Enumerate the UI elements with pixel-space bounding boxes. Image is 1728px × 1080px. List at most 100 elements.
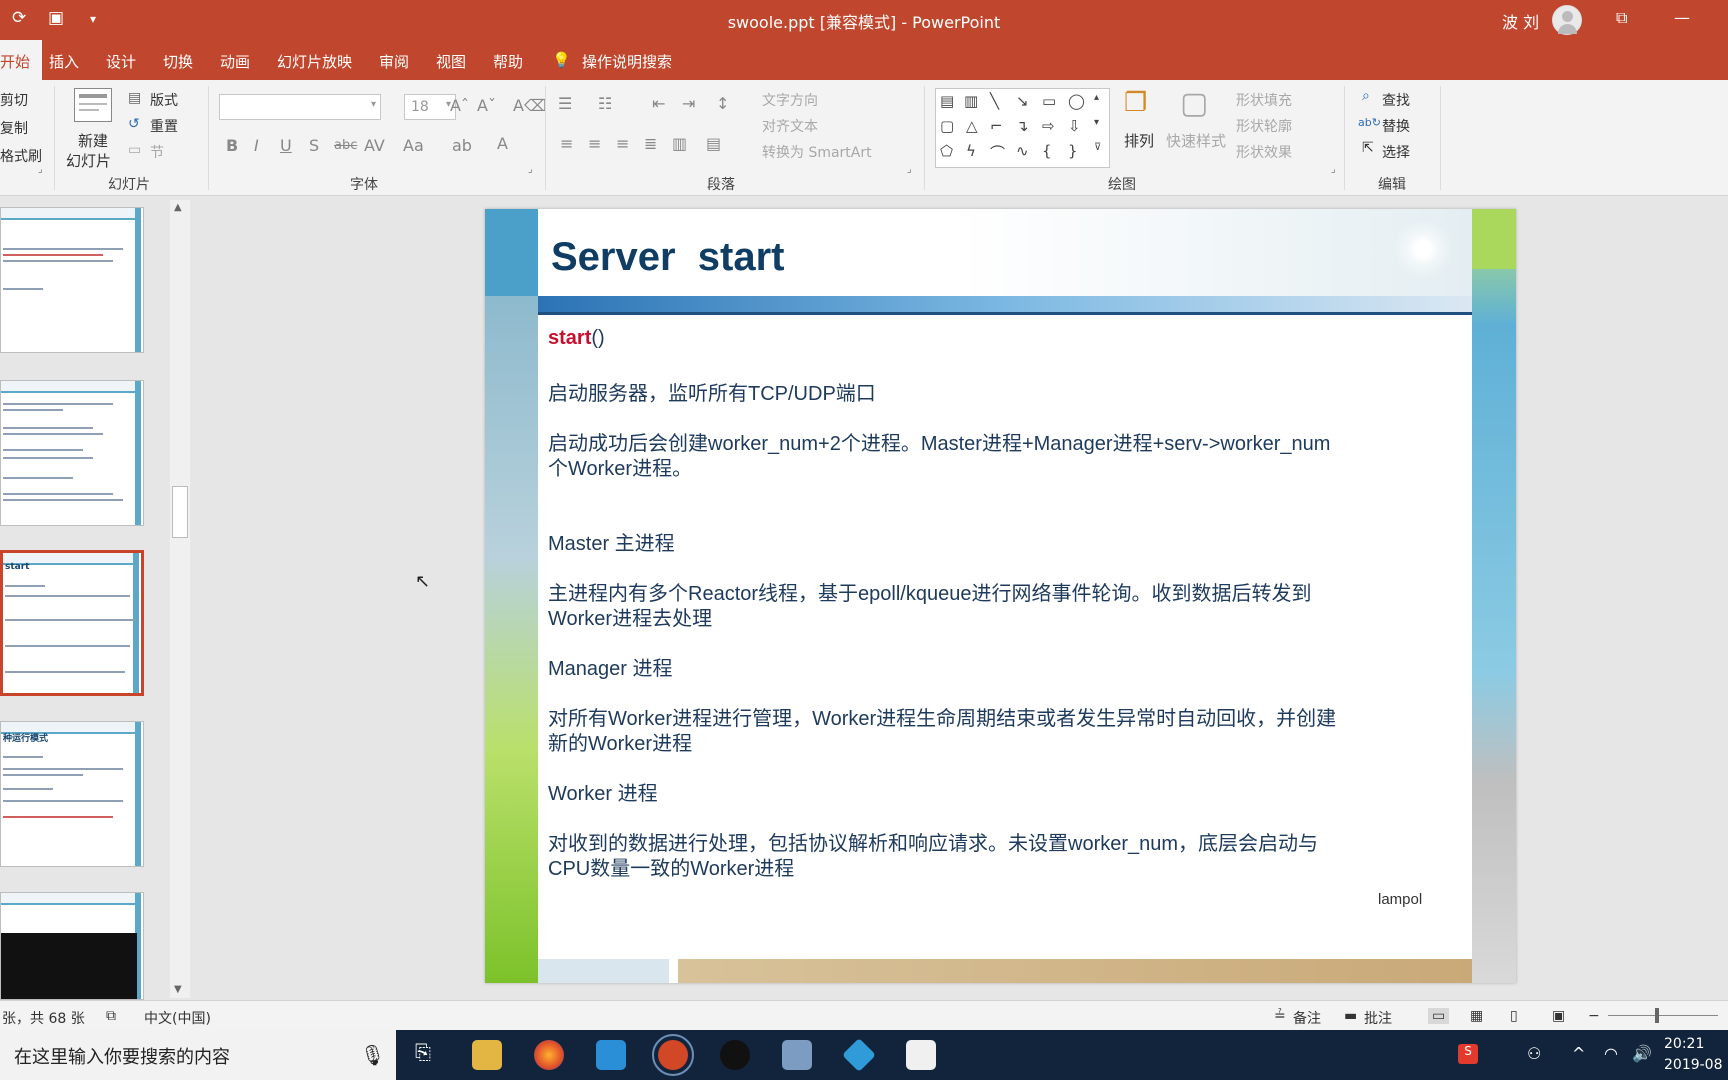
- arc-icon[interactable]: ⌒: [990, 142, 1005, 163]
- normal-view-icon[interactable]: ▭: [1428, 1008, 1450, 1024]
- accessibility-icon[interactable]: ⧉: [106, 1008, 116, 1024]
- tab-help[interactable]: 帮助: [493, 51, 523, 72]
- arrange-icon[interactable]: ❐: [1124, 88, 1147, 118]
- scroll-up-icon[interactable]: ▴: [1094, 92, 1099, 103]
- slide-canvas[interactable]: Server start start() 启动服务器，监听所有TCP/UDP端口…: [485, 209, 1516, 983]
- dialog-launcher-icon[interactable]: ⌟: [907, 164, 912, 175]
- slide-thumbnail[interactable]: [0, 207, 144, 353]
- shape-outline-button[interactable]: 形状轮廓: [1236, 116, 1292, 136]
- tab-transitions[interactable]: 切换: [163, 51, 193, 72]
- align-right-icon[interactable]: ≡: [616, 134, 629, 153]
- right-brace-icon[interactable]: }: [1068, 142, 1078, 160]
- numbering-icon[interactable]: ☷: [598, 94, 612, 113]
- ribbon-display-icon[interactable]: ⧉: [1616, 8, 1627, 28]
- tell-me-search[interactable]: 操作说明搜索: [582, 51, 672, 72]
- scroll-down-icon[interactable]: ▾: [1094, 117, 1099, 128]
- align-center-icon[interactable]: ≡: [588, 134, 601, 153]
- user-name[interactable]: 波 刘: [1502, 9, 1539, 33]
- decrease-indent-icon[interactable]: ⇤: [652, 94, 665, 113]
- rectangle-shape-icon[interactable]: ▭: [1042, 92, 1056, 110]
- text-direction-button[interactable]: 文字方向: [762, 90, 818, 110]
- freeform-icon[interactable]: ⬠: [940, 142, 953, 160]
- taskbar-search[interactable]: 在这里输入你要搜索的内容 🎙: [0, 1030, 396, 1080]
- layout-button[interactable]: 版式: [150, 90, 178, 110]
- slide-sorter-icon[interactable]: ▦: [1470, 1008, 1483, 1024]
- dialog-launcher-icon[interactable]: ⌟: [1331, 164, 1336, 175]
- shadow-icon[interactable]: S: [309, 136, 319, 155]
- reset-button[interactable]: 重置: [150, 116, 178, 136]
- notes-button[interactable]: 备注: [1293, 1008, 1321, 1028]
- ime-icon[interactable]: S: [1458, 1044, 1478, 1064]
- presentation-app-icon[interactable]: [906, 1040, 936, 1070]
- arrow-line-icon[interactable]: ↘: [1016, 92, 1029, 110]
- increase-font-icon[interactable]: Aˆ: [450, 96, 469, 115]
- strikethrough-icon[interactable]: abc: [334, 138, 357, 153]
- section-button[interactable]: 节: [150, 142, 164, 162]
- shapes-gallery[interactable]: ▤ ▥ ╲ ↘ ▭ ◯ ▢ △ ⌐ ↴ ⇨ ⇩ ⬠ ϟ ⌒ ∿ { } ▴ ▾ …: [935, 88, 1110, 168]
- quick-styles-button[interactable]: 快速样式: [1166, 130, 1226, 151]
- people-icon[interactable]: ⚇: [1527, 1044, 1541, 1063]
- slideshow-view-icon[interactable]: ▣: [1552, 1008, 1565, 1024]
- cut-button[interactable]: 剪切: [0, 90, 28, 110]
- down-arrow-shape-icon[interactable]: ⇩: [1068, 117, 1081, 135]
- scribble-icon[interactable]: ϟ: [966, 142, 976, 160]
- powerpoint-icon[interactable]: [652, 1034, 694, 1076]
- new-slide-label-1[interactable]: 新建: [78, 130, 108, 151]
- rounded-rect-icon[interactable]: ▢: [940, 117, 954, 135]
- bullets-icon[interactable]: ☰: [558, 94, 572, 113]
- clear-format-icon[interactable]: A⌫: [513, 96, 547, 115]
- scroll-up-icon[interactable]: ▲: [174, 202, 182, 213]
- comments-button[interactable]: 批注: [1364, 1008, 1392, 1028]
- oval-shape-icon[interactable]: ◯: [1068, 92, 1085, 110]
- right-arrow-shape-icon[interactable]: ⇨: [1042, 117, 1055, 135]
- font-color-icon[interactable]: A: [497, 134, 508, 153]
- tab-slideshow[interactable]: 幻灯片放映: [277, 51, 352, 72]
- elbow-arrow-icon[interactable]: ↴: [1016, 117, 1029, 135]
- tab-home[interactable]: 开始: [0, 40, 43, 80]
- distribute-icon[interactable]: ▥: [672, 134, 687, 153]
- minimize-icon[interactable]: —: [1674, 8, 1690, 27]
- tab-view[interactable]: 视图: [436, 51, 466, 72]
- smartart-button[interactable]: 转换为 SmartArt: [762, 142, 872, 162]
- slide-body[interactable]: start() 启动服务器，监听所有TCP/UDP端口 启动成功后会创建work…: [538, 315, 1472, 955]
- italic-icon[interactable]: I: [254, 136, 259, 155]
- arrange-button[interactable]: 排列: [1124, 130, 1154, 151]
- align-text-button[interactable]: 对齐文本: [762, 116, 818, 136]
- app-icon[interactable]: [596, 1040, 626, 1070]
- dialog-launcher-icon[interactable]: ⌟: [528, 164, 533, 175]
- copy-button[interactable]: 复制: [0, 118, 28, 138]
- quick-styles-icon[interactable]: ▢: [1180, 86, 1208, 121]
- reading-view-icon[interactable]: ▯: [1510, 1008, 1518, 1024]
- font-size-combo[interactable]: 18 ▾: [404, 94, 456, 120]
- textbox-shape-icon[interactable]: ▤: [940, 92, 954, 110]
- volume-icon[interactable]: 🔊: [1632, 1044, 1652, 1063]
- language-indicator[interactable]: 中文(中国): [144, 1008, 211, 1028]
- line-spacing-icon[interactable]: ↕: [716, 94, 729, 113]
- select-button[interactable]: 选择: [1382, 142, 1410, 162]
- zoom-out-icon[interactable]: −: [1588, 1008, 1600, 1024]
- vertical-textbox-icon[interactable]: ▥: [964, 92, 978, 110]
- char-spacing-icon[interactable]: AV: [364, 136, 385, 155]
- decrease-font-icon[interactable]: Aˇ: [477, 96, 496, 115]
- triangle-shape-icon[interactable]: △: [966, 117, 978, 135]
- bold-icon[interactable]: B: [226, 136, 238, 155]
- increase-indent-icon[interactable]: ⇥: [682, 94, 695, 113]
- task-view-icon[interactable]: ⎘: [408, 1040, 438, 1070]
- underline-icon[interactable]: U: [280, 136, 292, 155]
- new-slide-icon[interactable]: [74, 88, 112, 122]
- format-painter-button[interactable]: 格式刷: [0, 146, 42, 166]
- tab-animations[interactable]: 动画: [220, 51, 250, 72]
- line-shape-icon[interactable]: ╲: [990, 92, 999, 110]
- screenshot-tool-icon[interactable]: [782, 1040, 812, 1070]
- slide-thumbnail-selected[interactable]: start: [0, 550, 144, 696]
- tab-insert[interactable]: 插入: [49, 51, 79, 72]
- qq-icon[interactable]: [720, 1040, 750, 1070]
- slide-title[interactable]: Server start: [551, 235, 784, 280]
- shape-effects-button[interactable]: 形状效果: [1236, 142, 1292, 162]
- thumbnail-scrollbar[interactable]: ▲ ▼: [170, 200, 190, 998]
- chevron-up-icon[interactable]: ^: [1572, 1044, 1585, 1063]
- left-brace-icon[interactable]: {: [1042, 142, 1052, 160]
- dialog-launcher-icon[interactable]: ⌟: [38, 164, 43, 175]
- elbow-connector-icon[interactable]: ⌐: [990, 117, 1003, 135]
- gallery-more-icon[interactable]: ⊽: [1094, 142, 1101, 153]
